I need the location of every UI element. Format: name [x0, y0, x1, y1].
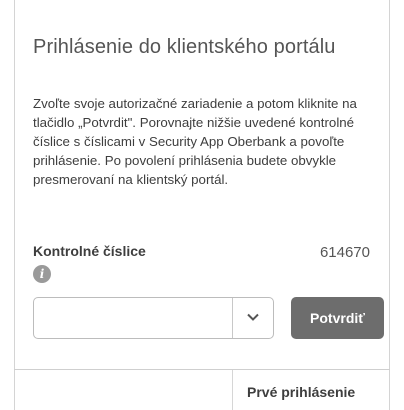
info-icon[interactable]: i: [33, 265, 51, 283]
panel-title: Prihlásenie do klientského portálu: [33, 36, 336, 58]
control-digits-label: Kontrolné číslice: [33, 243, 146, 259]
column-header-first-login[interactable]: Prvé prihlásenie: [247, 384, 355, 400]
device-select[interactable]: [33, 297, 274, 339]
chevron-down-icon: [247, 313, 259, 321]
instructions-text: Zvoľte svoje autorizačné zariadenie a po…: [33, 96, 357, 187]
control-digits-value: 614670: [319, 244, 370, 261]
column-divider: [232, 370, 233, 410]
select-divider: [232, 298, 233, 338]
confirm-button[interactable]: Potvrdiť: [291, 297, 384, 339]
login-panel: [14, 0, 390, 410]
table-header: Prvé prihlásenie: [14, 369, 390, 410]
